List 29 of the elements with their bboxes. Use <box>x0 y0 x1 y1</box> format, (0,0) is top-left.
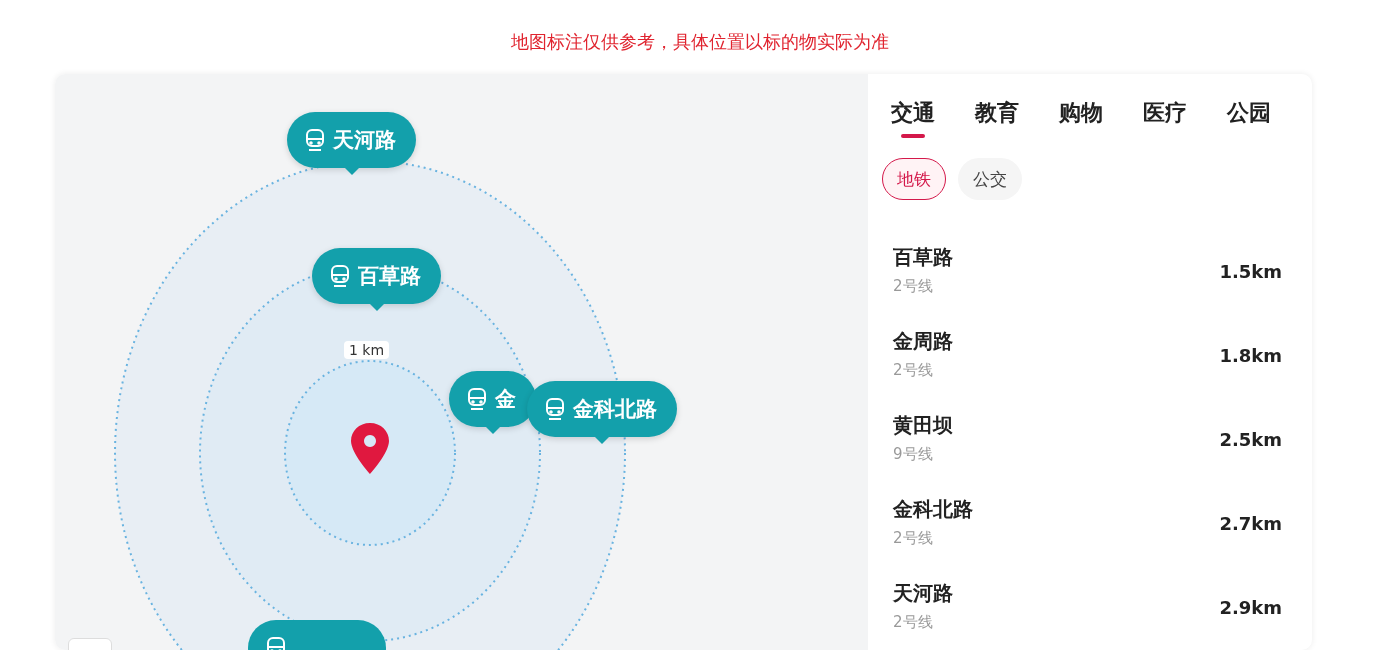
distance-label: 2.7km <box>1219 512 1282 534</box>
station-name: 金科北路 <box>893 496 973 522</box>
train-icon <box>330 265 350 287</box>
station-name: 天河路 <box>893 580 953 606</box>
station-name: 金周路 <box>893 328 953 354</box>
distance-label: 2.9km <box>1219 596 1282 618</box>
station-name: 黄田坝 <box>893 412 953 438</box>
category-tab[interactable]: 教育 <box>975 92 1019 140</box>
filter-chip[interactable]: 地铁 <box>882 158 946 200</box>
filter-chip[interactable]: 公交 <box>958 158 1022 200</box>
distance-label: 2.5km <box>1219 428 1282 450</box>
line-label: 2号线 <box>893 612 934 633</box>
category-tab[interactable]: 交通 <box>891 92 935 140</box>
scale-label: 1 km <box>344 341 390 359</box>
train-icon <box>467 388 487 410</box>
location-pin-icon <box>351 423 389 474</box>
line-label: 2号线 <box>893 360 934 381</box>
line-label: 2号线 <box>893 528 934 549</box>
train-icon <box>305 129 325 151</box>
category-tab[interactable]: 公园 <box>1227 92 1271 140</box>
map-disclaimer: 地图标注仅供参考，具体位置以标的物实际为准 <box>511 30 889 54</box>
train-icon <box>545 398 565 420</box>
station-name: 百草路 <box>893 244 953 270</box>
category-tab[interactable]: 医疗 <box>1143 92 1187 140</box>
line-label: 9号线 <box>893 444 934 465</box>
distance-label: 1.5km <box>1219 260 1282 282</box>
category-tab[interactable]: 购物 <box>1059 92 1103 140</box>
line-label: 2号线 <box>893 276 934 297</box>
distance-label: 1.8km <box>1219 344 1282 366</box>
